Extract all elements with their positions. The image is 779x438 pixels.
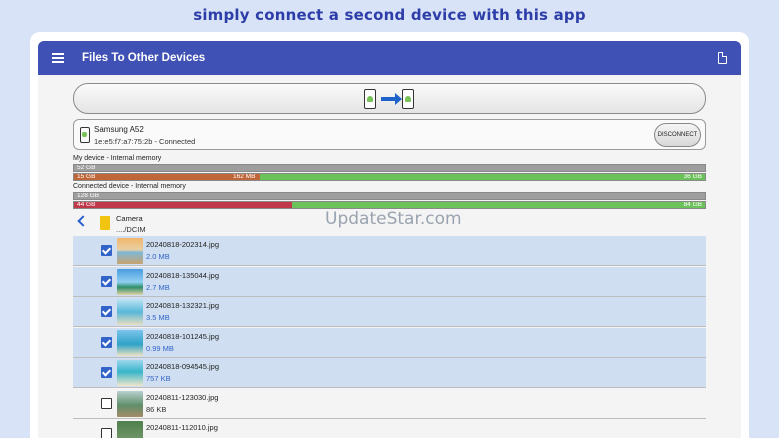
file-row[interactable]: 20240811-112010.jpg <box>73 419 706 438</box>
my-device-usage-bar: 15 GB 162 MB 36 GB <box>73 173 706 181</box>
promo-headline: simply connect a second device with this… <box>193 6 586 24</box>
menu-icon[interactable] <box>52 53 64 63</box>
file-checkbox[interactable] <box>101 367 112 378</box>
file-row[interactable]: 20240811-123030.jpg 86 KB <box>73 388 706 419</box>
file-name: 20240818-094545.jpg <box>146 362 219 371</box>
connected-device-card: Samsung A52 1e:e5:f7:a7:75:2b - Connecte… <box>73 119 706 150</box>
my-device-memory-label: My device - Internal memory <box>73 155 162 162</box>
file-thumbnail <box>117 421 143 438</box>
file-checkbox[interactable] <box>101 397 112 409</box>
file-thumbnail <box>117 329 143 356</box>
my-device-free-text: 36 GB <box>683 173 702 180</box>
my-device-total-bar: 52 GB <box>73 164 706 172</box>
folder-path: ..../DCIM <box>116 225 146 234</box>
connected-device-used-segment <box>74 202 292 208</box>
file-size: 2.0 MB <box>146 252 170 261</box>
watermark: UpdateStar.com <box>325 209 462 229</box>
file-thumbnail <box>117 360 143 386</box>
folder-name: Camera <box>116 214 143 223</box>
file-size: 0.99 MB <box>146 343 174 353</box>
app-title: Files To Other Devices <box>82 52 206 64</box>
file-thumbnail <box>117 238 143 264</box>
file-row[interactable]: 20240818-094545.jpg 757 KB <box>73 358 706 388</box>
file-checkbox[interactable] <box>101 245 112 256</box>
transfer-button[interactable] <box>73 83 706 114</box>
file-row[interactable]: 20240818-202314.jpg 2.0 MB <box>73 236 706 266</box>
app-bar: Files To Other Devices <box>38 41 741 75</box>
file-row[interactable]: 20240818-101245.jpg 0.99 MB <box>73 327 706 358</box>
device-phone-icon <box>80 127 90 143</box>
my-device-selected-text: 162 MB <box>233 173 256 180</box>
connected-device-total-text: 128 GB <box>77 192 100 199</box>
file-size: 3.5 MB <box>146 313 170 322</box>
document-icon[interactable] <box>718 52 727 64</box>
connected-device-usage-bar: 44 GB 84 GB <box>73 201 706 209</box>
disconnect-button[interactable]: DISCONNECT <box>654 123 701 147</box>
device-info: 1e:e5:f7:a7:75:2b - Connected <box>94 137 196 146</box>
file-checkbox[interactable] <box>101 306 112 317</box>
file-row[interactable]: 20240818-132321.jpg 3.5 MB <box>73 297 706 327</box>
file-checkbox[interactable] <box>101 428 112 438</box>
file-checkbox[interactable] <box>101 336 112 348</box>
my-device-used-text: 15 GB <box>77 173 96 180</box>
connected-device-free-segment <box>291 202 705 208</box>
file-name: 20240818-132321.jpg <box>146 301 219 310</box>
file-name: 20240811-123030.jpg <box>146 392 219 402</box>
file-name: 20240818-101245.jpg <box>146 331 219 341</box>
transfer-arrow-icon <box>381 93 402 105</box>
source-phone-icon <box>364 89 376 109</box>
file-row[interactable]: 20240818-135044.jpg 2.7 MB <box>73 266 706 297</box>
file-name: 20240818-202314.jpg <box>146 240 219 249</box>
connected-device-free-text: 84 GB <box>683 201 702 208</box>
file-size: 757 KB <box>146 374 171 383</box>
connected-device-used-text: 44 GB <box>77 201 96 208</box>
device-name: Samsung A52 <box>94 125 144 134</box>
my-device-total-text: 52 GB <box>77 164 96 171</box>
connected-device-total-bar: 128 GB <box>73 192 706 200</box>
file-size: 2.7 MB <box>146 282 170 292</box>
my-device-free-segment <box>260 174 705 180</box>
connected-device-memory-label: Connected device - Internal memory <box>73 183 186 190</box>
file-thumbnail <box>117 299 143 325</box>
file-name: 20240818-135044.jpg <box>146 270 219 280</box>
folder-icon <box>100 216 110 230</box>
file-name: 20240811-112010.jpg <box>146 423 218 432</box>
file-size: 86 KB <box>146 404 167 414</box>
target-phone-icon <box>402 89 414 109</box>
file-checkbox[interactable] <box>101 275 112 287</box>
file-thumbnail <box>117 268 143 295</box>
file-thumbnail <box>117 390 143 417</box>
